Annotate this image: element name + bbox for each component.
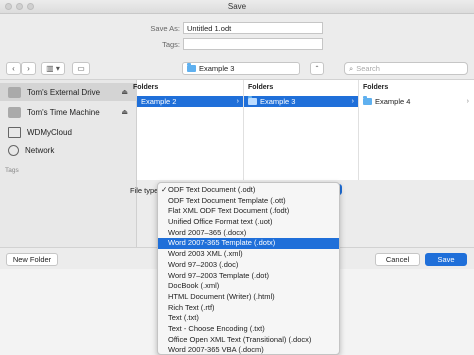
file-type-option[interactable]: ODF Text Document Template (.ott) <box>158 196 339 207</box>
eject-icon[interactable]: ⏏ <box>121 88 128 96</box>
column: Folders Example 3 › <box>244 80 359 180</box>
sidebar-item-label: Tom's Time Machine <box>27 107 100 117</box>
folder-row-example-3[interactable]: Example 3 › <box>244 96 358 107</box>
file-type-option-label: ODF Text Document Template (.ott) <box>168 195 286 205</box>
file-type-option-label: Word 2007–365 (.docx) <box>168 227 247 237</box>
file-type-option[interactable]: Word 97–2003 (.doc) <box>158 260 339 271</box>
file-type-option-label: HTML Document (Writer) (.html) <box>168 291 275 301</box>
window-title: Save <box>227 2 247 11</box>
sidebar-item-time-machine[interactable]: Tom's Time Machine ⏏ <box>0 103 137 121</box>
folder-row-label: Example 4 <box>375 97 411 106</box>
search-input[interactable]: ⌕ Search <box>344 62 468 75</box>
folder-icon: ▭ <box>77 64 85 73</box>
drive-icon <box>8 86 21 98</box>
title-bar: Save <box>0 0 474 14</box>
tags-section-label: Tags <box>5 167 19 174</box>
search-placeholder: Search <box>356 64 380 73</box>
file-type-option[interactable]: Word 2007–365 (.docx) <box>158 228 339 239</box>
file-type-label: File type <box>130 186 159 195</box>
file-type-option[interactable]: Unified Office Format text (.uot) <box>158 217 339 228</box>
tags-input[interactable] <box>183 38 323 50</box>
drive-icon <box>8 106 21 118</box>
folder-row-label: Example 3 <box>260 97 296 106</box>
column-header: Folders <box>363 84 389 91</box>
location-popup[interactable]: Example 3 <box>182 62 300 75</box>
save-form: Save As: Untitled 1.odt Tags: <box>0 14 474 58</box>
file-type-option[interactable]: HTML Document (Writer) (.html) <box>158 292 339 303</box>
file-type-option[interactable]: Word 2003 XML (.xml) <box>158 249 339 260</box>
sidebar-item-label: WDMyCloud <box>27 127 72 137</box>
file-type-option-label: Word 2007-365 VBA (.docm) <box>168 345 264 355</box>
file-type-option[interactable]: Text (.txt) <box>158 313 339 324</box>
folder-row-example-4[interactable]: Example 4 › <box>359 96 473 107</box>
globe-icon <box>8 144 19 156</box>
cancel-button[interactable]: Cancel <box>375 253 420 266</box>
navigation-toolbar: ‹ › ▥ ▾ ▭ Example 3 ⌃ ⌕ Search <box>0 58 474 80</box>
save-as-input[interactable]: Untitled 1.odt <box>183 22 323 34</box>
new-folder-button[interactable]: New Folder <box>6 253 58 266</box>
file-type-option[interactable]: Word 2007-365 Template (.dotx) <box>158 238 339 250</box>
location-label: Example 3 <box>199 64 235 73</box>
folder-icon <box>363 96 372 105</box>
file-type-option[interactable]: Rich Text (.rtf) <box>158 303 339 314</box>
view-mode-button[interactable]: ▥ ▾ <box>41 62 65 75</box>
file-type-option-label: Flat XML ODF Text Document (.fodt) <box>168 206 290 216</box>
file-type-option-label: Text - Choose Encoding (.txt) <box>168 323 265 333</box>
folder-icon <box>187 63 196 72</box>
column: Folders Example 2 › <box>133 80 244 180</box>
monitor-icon <box>8 126 21 138</box>
file-type-option-label: Text (.txt) <box>168 313 199 323</box>
file-type-option[interactable]: DocBook (.xml) <box>158 281 339 292</box>
sidebar-item-network[interactable]: Network <box>0 141 137 159</box>
back-button[interactable]: ‹ <box>6 62 21 75</box>
forward-button[interactable]: › <box>21 62 36 75</box>
chevron-right-icon: › <box>236 98 239 105</box>
save-as-label: Save As: <box>150 24 180 33</box>
file-type-option-label: ODF Text Document (.odt) <box>168 185 256 194</box>
chevron-right-icon: › <box>27 64 30 73</box>
chevron-left-icon: ‹ <box>12 64 15 73</box>
file-type-option[interactable]: ✓ ODF Text Document (.odt) <box>158 185 339 196</box>
file-type-option-label: DocBook (.xml) <box>168 281 220 291</box>
column-browser: Folders Example 2 › Folders Example 3 › … <box>133 80 474 180</box>
sidebar-item-label: Tom's External Drive <box>27 87 101 97</box>
column-header: Folders <box>248 84 274 91</box>
sidebar: Tom's External Drive ⏏ Tom's Time Machin… <box>0 80 137 252</box>
file-type-option-label: Word 97–2003 (.doc) <box>168 259 239 269</box>
location-expand-button[interactable]: ⌃ <box>310 62 324 75</box>
sidebar-item-label: Network <box>25 145 55 155</box>
file-type-option[interactable]: Text - Choose Encoding (.txt) <box>158 324 339 335</box>
file-type-option[interactable]: Word 2007-365 VBA (.docm) <box>158 345 339 355</box>
column-header: Folders <box>133 84 159 91</box>
save-button[interactable]: Save <box>425 253 467 266</box>
new-folder-toolbar-button[interactable]: ▭ <box>72 62 90 75</box>
file-type-menu[interactable]: ✓ ODF Text Document (.odt) ODF Text Docume… <box>157 182 340 355</box>
file-type-option-label: Word 2007-365 Template (.dotx) <box>168 238 276 248</box>
folder-row-example-2[interactable]: Example 2 › <box>137 96 243 107</box>
file-type-option-label: Office Open XML Text (Transitional) (.do… <box>168 334 312 344</box>
sidebar-item-external-drive[interactable]: Tom's External Drive ⏏ <box>0 83 137 101</box>
column: Folders Example 4 › <box>359 80 474 180</box>
search-icon: ⌕ <box>349 63 354 73</box>
chevron-right-icon: › <box>466 98 469 105</box>
eject-icon[interactable]: ⏏ <box>121 108 128 116</box>
file-type-option-label: Rich Text (.rtf) <box>168 302 215 312</box>
folder-icon <box>248 96 257 105</box>
columns-view-icon: ▥ ▾ <box>46 64 60 73</box>
file-type-option[interactable]: Word 97–2003 Template (.dot) <box>158 271 339 282</box>
file-type-option[interactable]: Flat XML ODF Text Document (.fodt) <box>158 206 339 217</box>
chevron-down-icon: ⌃ <box>314 66 320 72</box>
file-type-option[interactable]: Office Open XML Text (Transitional) (.do… <box>158 335 339 346</box>
checkmark-icon: ✓ <box>161 185 168 194</box>
file-type-option-label: Word 2003 XML (.xml) <box>168 249 243 259</box>
file-type-option-label: Word 97–2003 Template (.dot) <box>168 270 270 280</box>
file-type-option-label: Unified Office Format text (.uot) <box>168 217 273 227</box>
chevron-right-icon: › <box>351 98 354 105</box>
tags-label: Tags: <box>162 40 180 49</box>
folder-row-label: Example 2 <box>141 97 177 106</box>
sidebar-item-wdmycloud[interactable]: WDMyCloud <box>0 123 137 141</box>
